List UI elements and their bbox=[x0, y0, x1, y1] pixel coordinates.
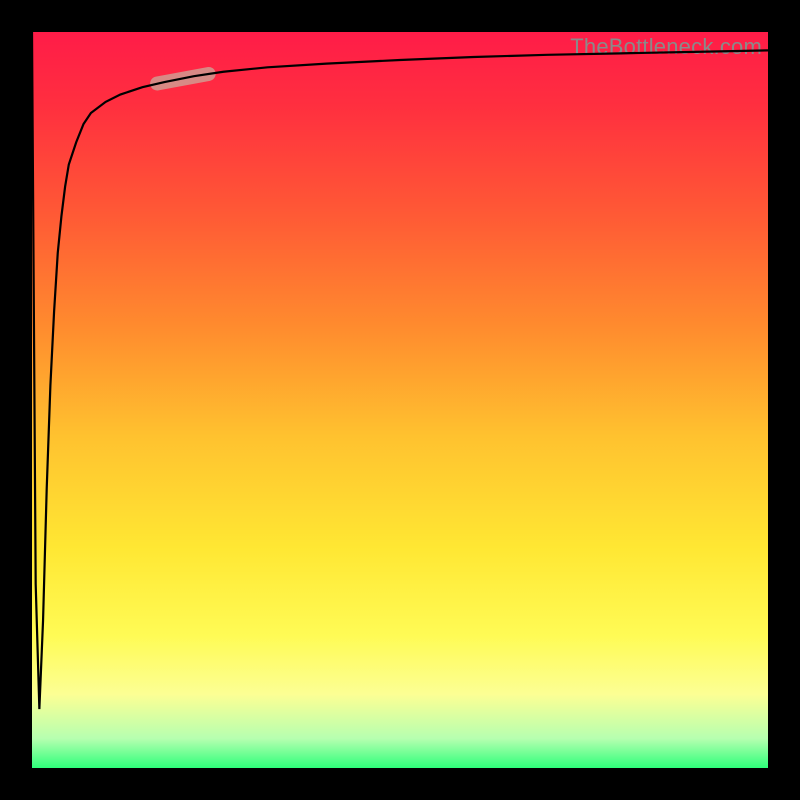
bottleneck-curve bbox=[32, 32, 768, 709]
plot-area: TheBottleneck.com bbox=[32, 32, 768, 768]
highlight-segment bbox=[157, 74, 209, 84]
curve-layer bbox=[32, 32, 768, 768]
attribution-label: TheBottleneck.com bbox=[570, 34, 762, 60]
chart-frame: TheBottleneck.com bbox=[0, 0, 800, 800]
